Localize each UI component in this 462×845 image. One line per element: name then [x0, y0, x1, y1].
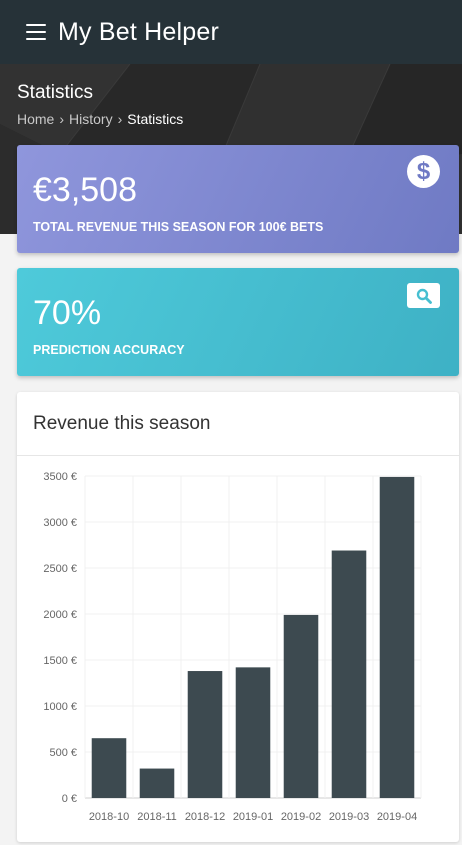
bar-2018-10 — [91, 738, 127, 798]
accuracy-card: 70% PREDICTION ACCURACY — [17, 268, 459, 376]
x-tick-label: 2019-04 — [377, 811, 417, 823]
page-title: Statistics — [17, 82, 94, 103]
y-tick-label: 500 € — [49, 747, 77, 759]
breadcrumb: Home › History › Statistics — [17, 111, 183, 127]
y-tick-label: 0 € — [62, 793, 77, 805]
bar-2019-04 — [379, 476, 415, 798]
revenue-label: TOTAL REVENUE THIS SEASON FOR 100€ BETS — [33, 220, 324, 234]
y-tick-label: 3000 € — [43, 517, 77, 529]
search-icon[interactable] — [407, 283, 440, 308]
bar-2018-12 — [187, 671, 223, 798]
x-tick-label: 2019-01 — [233, 811, 273, 823]
x-tick-label: 2019-03 — [329, 811, 369, 823]
accuracy-label: PREDICTION ACCURACY — [33, 343, 185, 357]
revenue-chart-card: Revenue this season 0 € 500 € 1000 € 1500 €… — [17, 392, 459, 842]
y-tick-label: 2000 € — [43, 609, 77, 621]
bar-2019-03 — [331, 550, 367, 798]
revenue-value: €3,508 — [33, 171, 137, 209]
bar-2018-11 — [139, 768, 175, 798]
breadcrumb-statistics: Statistics — [127, 111, 184, 127]
y-tick-label: 1500 € — [43, 655, 77, 667]
chevron-right-icon: › — [59, 111, 65, 127]
bar-2019-02 — [283, 614, 319, 798]
app-title: My Bet Helper — [58, 17, 219, 46]
accuracy-value: 70% — [33, 294, 102, 332]
y-tick-label: 1000 € — [43, 701, 77, 713]
dollar-circle-icon: $ — [407, 155, 440, 188]
chevron-right-icon: › — [117, 111, 123, 127]
x-tick-label: 2018-10 — [89, 811, 129, 823]
app-bar: My Bet Helper — [0, 0, 462, 64]
breadcrumb-history[interactable]: History — [69, 111, 113, 127]
revenue-bar-chart: 0 € 500 € 1000 € 1500 € 2000 € 2500 € 3000 € 35… — [43, 471, 422, 823]
x-tick-label: 2019-02 — [281, 811, 321, 823]
revenue-card: €3,508 TOTAL REVENUE THIS SEASON FOR 100… — [17, 145, 459, 253]
y-tick-label: 2500 € — [43, 563, 77, 575]
x-tick-label: 2018-12 — [185, 811, 225, 823]
bar-2019-01 — [235, 667, 271, 798]
y-tick-label: 3500 € — [43, 471, 77, 483]
menu-icon[interactable] — [26, 24, 46, 40]
chart-title: Revenue this season — [33, 413, 211, 434]
x-tick-label: 2018-11 — [137, 811, 177, 823]
breadcrumb-home[interactable]: Home — [17, 111, 54, 127]
